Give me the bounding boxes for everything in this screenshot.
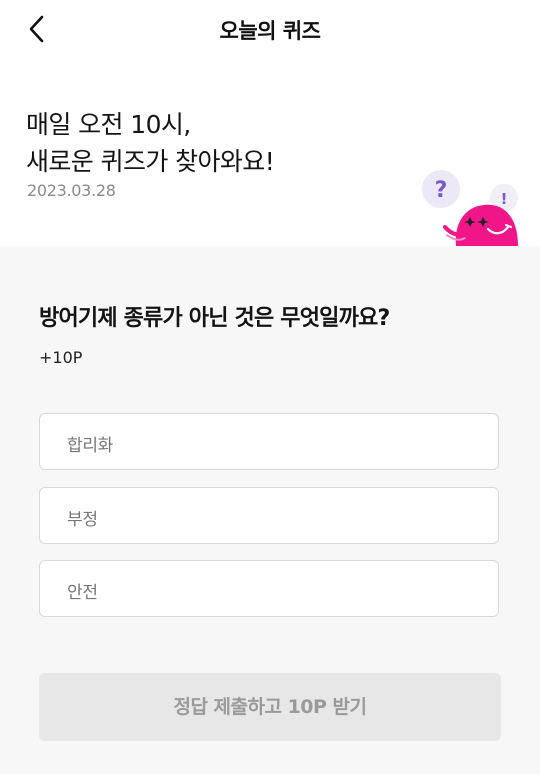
answer-option[interactable]: 부정 — [39, 487, 499, 544]
reward-points-badge: +10P — [39, 348, 83, 367]
answer-option-label: 부정 — [67, 510, 98, 530]
mascot-question-mark: ? — [435, 178, 448, 203]
quiz-question: 방어기제 종류가 아닌 것은 무엇일까요? — [39, 306, 390, 331]
page-title: 오늘의 퀴즈 — [219, 19, 321, 43]
mascot-exclaim-mark: ! — [501, 190, 508, 208]
intro-headline-line-2: 새로운 퀴즈가 찾아와요! — [26, 147, 275, 176]
quiz-section: 방어기제 종류가 아닌 것은 무엇일까요? +10P 합리화 부정 안전 정답 … — [0, 246, 540, 774]
answer-option[interactable]: 합리화 — [39, 413, 499, 470]
intro-headline-line-1: 매일 오전 10시, — [26, 110, 191, 139]
answer-option-label: 안전 — [67, 583, 98, 603]
answer-option-label: 합리화 — [67, 436, 114, 456]
quiz-intro-banner: 매일 오전 10시, 새로운 퀴즈가 찾아와요! 2023.03.28 ? ! — [0, 58, 540, 246]
submit-answer-button[interactable]: 정답 제출하고 10P 받기 — [39, 673, 501, 741]
quiz-mascot-icon: ? ! — [422, 170, 518, 246]
top-app-bar: 오늘의 퀴즈 — [0, 0, 540, 58]
answer-option[interactable]: 안전 — [39, 560, 499, 617]
quiz-date: 2023.03.28 — [27, 181, 116, 200]
